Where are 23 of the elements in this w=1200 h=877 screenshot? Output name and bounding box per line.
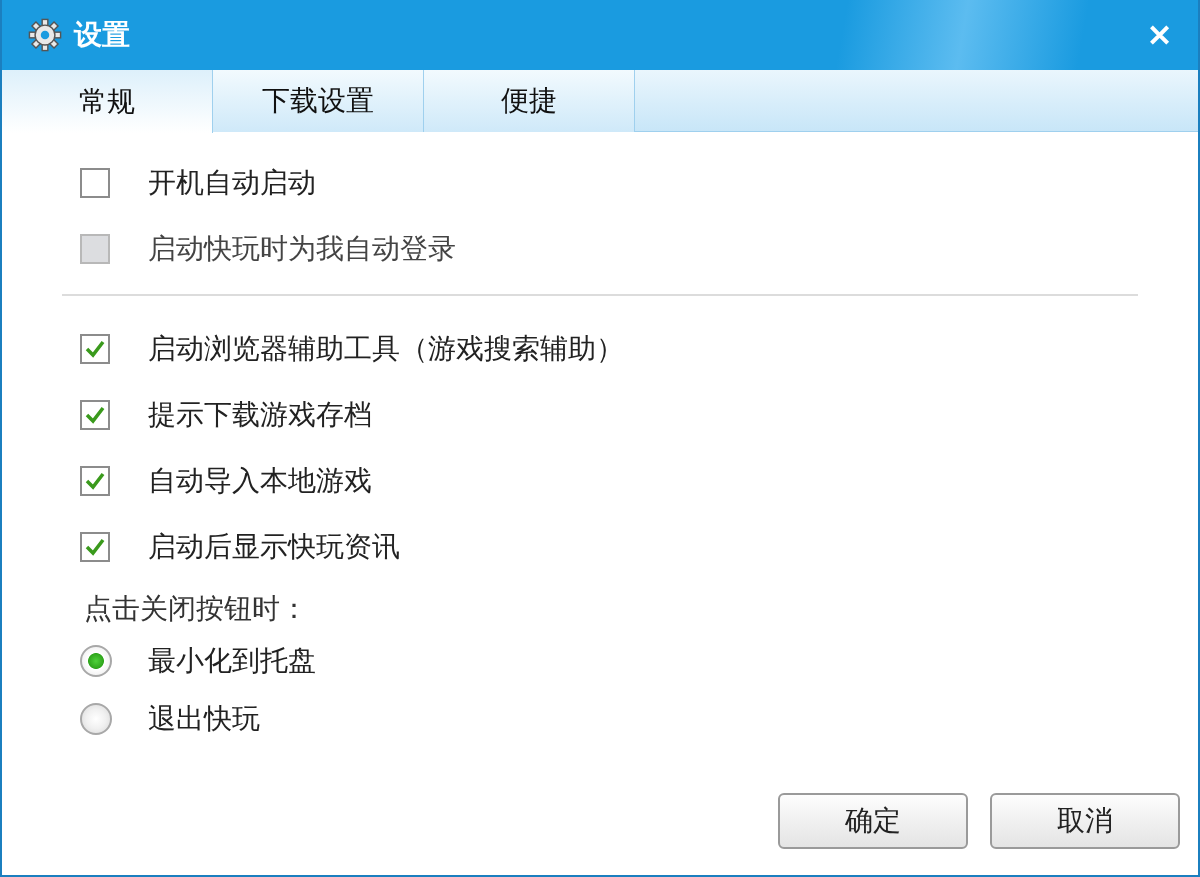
radio-button[interactable] bbox=[80, 645, 112, 677]
checkbox-label: 自动导入本地游戏 bbox=[148, 463, 372, 499]
window-title: 设置 bbox=[74, 17, 131, 53]
close-action-label: 点击关闭按钮时： bbox=[84, 591, 309, 627]
radio-label: 退出快玩 bbox=[148, 701, 260, 737]
checkbox-label: 启动后显示快玩资讯 bbox=[148, 529, 400, 565]
checkbox[interactable] bbox=[80, 400, 110, 430]
checkbox-label: 启动快玩时为我自动登录 bbox=[148, 231, 456, 267]
checkbox[interactable] bbox=[80, 532, 110, 562]
checkbox-label: 启动浏览器辅助工具（游戏搜索辅助） bbox=[148, 331, 624, 367]
tab[interactable]: 下载设置 bbox=[213, 70, 424, 132]
checkbox[interactable] bbox=[80, 466, 110, 496]
tab[interactable]: 便捷 bbox=[424, 70, 635, 132]
radio-button[interactable] bbox=[80, 703, 112, 735]
gear-icon bbox=[28, 18, 62, 52]
checkbox-label: 提示下载游戏存档 bbox=[148, 397, 372, 433]
ok-button[interactable]: 确定 bbox=[778, 793, 968, 849]
checkbox-label: 开机自动启动 bbox=[148, 165, 316, 201]
checkbox[interactable] bbox=[80, 334, 110, 364]
radio-label: 最小化到托盘 bbox=[148, 643, 316, 679]
cancel-button[interactable]: 取消 bbox=[990, 793, 1180, 849]
checkbox[interactable] bbox=[80, 168, 110, 198]
tab[interactable]: 常规 bbox=[2, 70, 213, 133]
